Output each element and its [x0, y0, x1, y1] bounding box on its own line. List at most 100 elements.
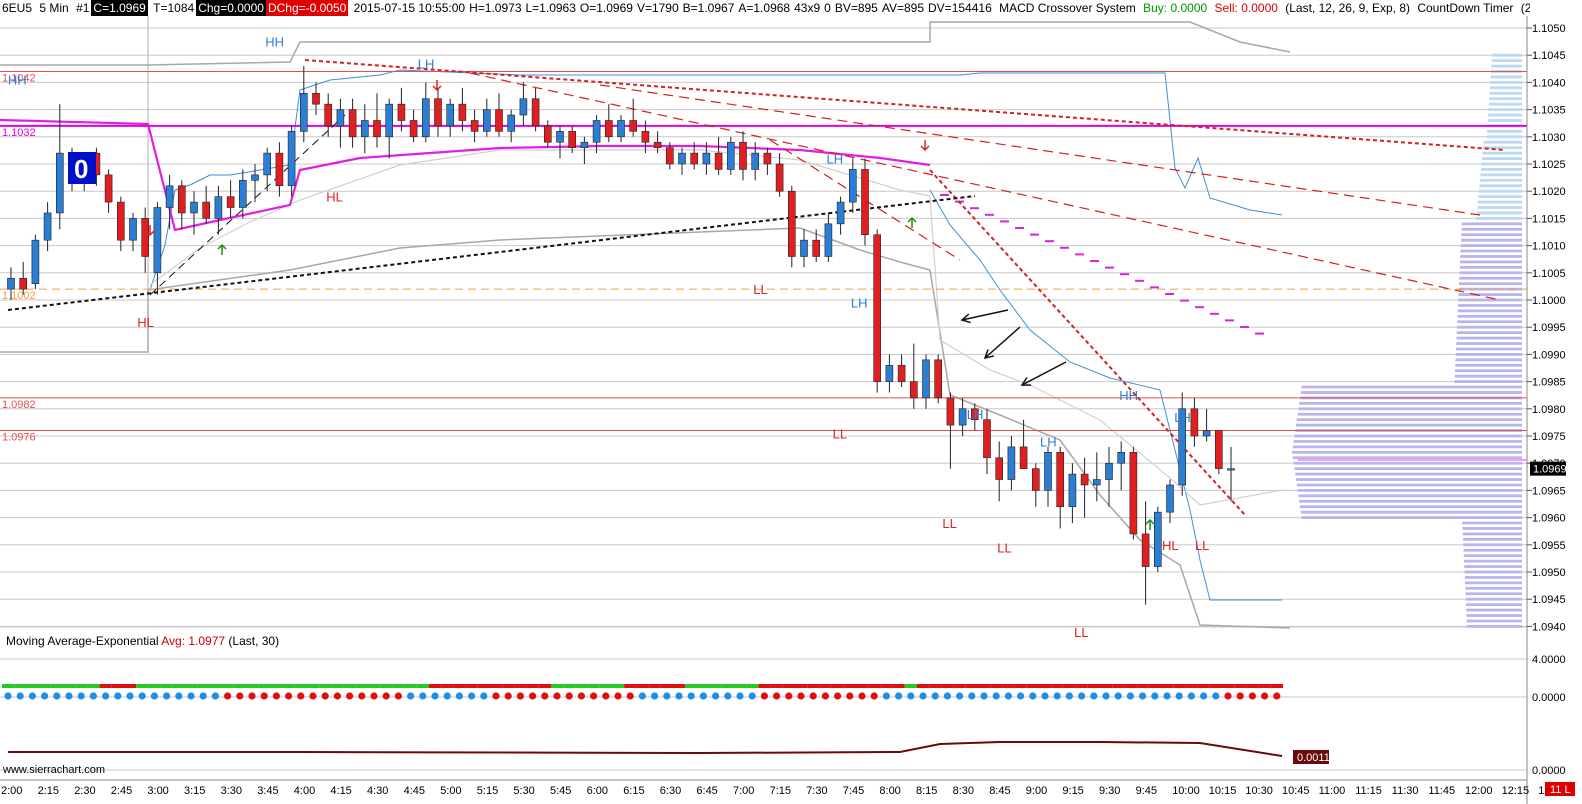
- time-tick-label: 8:00: [879, 785, 900, 797]
- profile-bar: [1297, 412, 1522, 416]
- signal-dot: [431, 692, 439, 700]
- signal-bar-segment: [917, 684, 930, 688]
- time-tick-label: 7:00: [733, 785, 754, 797]
- profile-bar: [1491, 59, 1522, 63]
- profile-bar: [1480, 168, 1522, 171]
- profile-bar: [1456, 342, 1522, 345]
- bid-ask-size: 43x9: [794, 1, 821, 15]
- time-tick-label: 11:15: [1355, 785, 1382, 797]
- signal-bar-segment: [636, 684, 649, 688]
- price-tick-label: 1.1020: [1532, 186, 1566, 198]
- signal-bar-segment: [868, 684, 881, 688]
- profile-bar: [1455, 369, 1522, 373]
- candle-down: [909, 381, 918, 399]
- signal-bar-segment: [75, 684, 88, 688]
- swing-label: HH: [1119, 388, 1138, 403]
- time-tick-label: 12:15: [1502, 785, 1530, 797]
- signal-dot: [150, 692, 158, 700]
- signal-dot: [1017, 692, 1025, 700]
- profile-bar: [1487, 119, 1522, 122]
- candle-up: [7, 277, 15, 290]
- candle-up: [153, 207, 162, 274]
- time-tick-label: 2:00: [1, 785, 22, 797]
- profile-bar: [1491, 64, 1522, 68]
- signal-bar-segment: [843, 684, 856, 688]
- signal-bar-segment: [392, 684, 405, 688]
- candle-down: [1056, 452, 1064, 508]
- signal-bar-segment: [477, 684, 490, 688]
- profile-bar: [1455, 358, 1522, 362]
- profile-bar: [1483, 146, 1522, 150]
- profile-bar: [1461, 233, 1522, 237]
- candle-down: [861, 169, 869, 236]
- chart-number: #1: [76, 1, 90, 15]
- candle-down: [495, 109, 503, 132]
- bid-value: B=1.0967: [682, 1, 735, 15]
- signal-dot: [102, 692, 110, 700]
- signal-bar-segment: [990, 684, 1003, 688]
- profile-bar: [1295, 472, 1522, 476]
- indicator-avg: Avg: 1.0977: [161, 634, 226, 648]
- signal-bar-segment: [148, 684, 161, 688]
- signal-dot: [272, 692, 280, 700]
- candle-up: [336, 109, 345, 127]
- signal-dot: [663, 692, 671, 700]
- signal-dot: [333, 692, 341, 700]
- time-tick-label: 6:30: [660, 785, 681, 797]
- signal-bar-segment: [221, 684, 234, 688]
- daily-volume: DV=154416: [928, 1, 992, 15]
- signal-bar-segment: [209, 684, 222, 688]
- candle-down: [787, 190, 796, 257]
- profile-bar: [1481, 162, 1522, 166]
- swing-label: LH: [418, 56, 435, 71]
- buy-arrow-marker: [1145, 518, 1155, 530]
- signal-dot: [907, 692, 915, 700]
- signal-dot: [1224, 692, 1232, 700]
- candle-up: [702, 152, 711, 165]
- signal-bar-segment: [429, 684, 442, 688]
- time-tick-label: 8:15: [916, 785, 937, 797]
- candle-down: [373, 120, 381, 138]
- swing-label: LH: [827, 152, 844, 167]
- signal-bar-segment: [660, 684, 673, 688]
- signal-bar-segment: [526, 684, 539, 688]
- candle-up: [1117, 452, 1125, 464]
- signal-dot: [1090, 692, 1098, 700]
- signal-bar-segment: [1063, 684, 1076, 688]
- signal-dot: [1139, 692, 1147, 700]
- profile-bar: [1301, 516, 1522, 519]
- signal-dot: [1200, 692, 1208, 700]
- candle-up: [1105, 462, 1113, 480]
- profile-bar: [1455, 363, 1522, 367]
- signal-bar-segment: [1039, 684, 1052, 688]
- countdown-axis-label: 11 L: [1550, 784, 1571, 796]
- candle-down: [568, 131, 577, 148]
- candle-up: [1007, 446, 1016, 480]
- signal-bar-segment: [941, 684, 954, 688]
- profile-bar: [1490, 81, 1522, 84]
- signal-bar-segment: [404, 684, 417, 688]
- signal-bar-segment: [807, 684, 820, 688]
- profile-bar: [1489, 97, 1522, 101]
- signal-dot: [468, 692, 476, 700]
- time-tick-label: 9:30: [1099, 785, 1120, 797]
- signal-bar-segment: [856, 684, 869, 688]
- signal-dot: [138, 692, 146, 700]
- signal-dot: [1041, 692, 1049, 700]
- ask-value: A=1.0968: [738, 1, 791, 15]
- signal-markers: 0: [68, 80, 1155, 530]
- signal-dot: [394, 692, 402, 700]
- price-chart[interactable]: 1.10421.10321.10021.09821.0976 HHHLHHLHH…: [0, 0, 1582, 804]
- countdown-params: (20, 90, No, No, No, No: [1520, 1, 1530, 15]
- candle-down: [141, 218, 149, 257]
- signal-dot: [760, 692, 769, 700]
- candle-down: [202, 201, 210, 219]
- candle-up: [1166, 484, 1174, 513]
- signal-dot: [53, 692, 61, 700]
- candle-down: [1129, 452, 1138, 535]
- time-tick-label: 7:45: [843, 785, 864, 797]
- candle-down: [1141, 533, 1150, 567]
- time-tick-label: 3:30: [221, 785, 242, 797]
- price-tick-label: 1.1010: [1532, 241, 1566, 253]
- lower-envelope: [0, 227, 1291, 629]
